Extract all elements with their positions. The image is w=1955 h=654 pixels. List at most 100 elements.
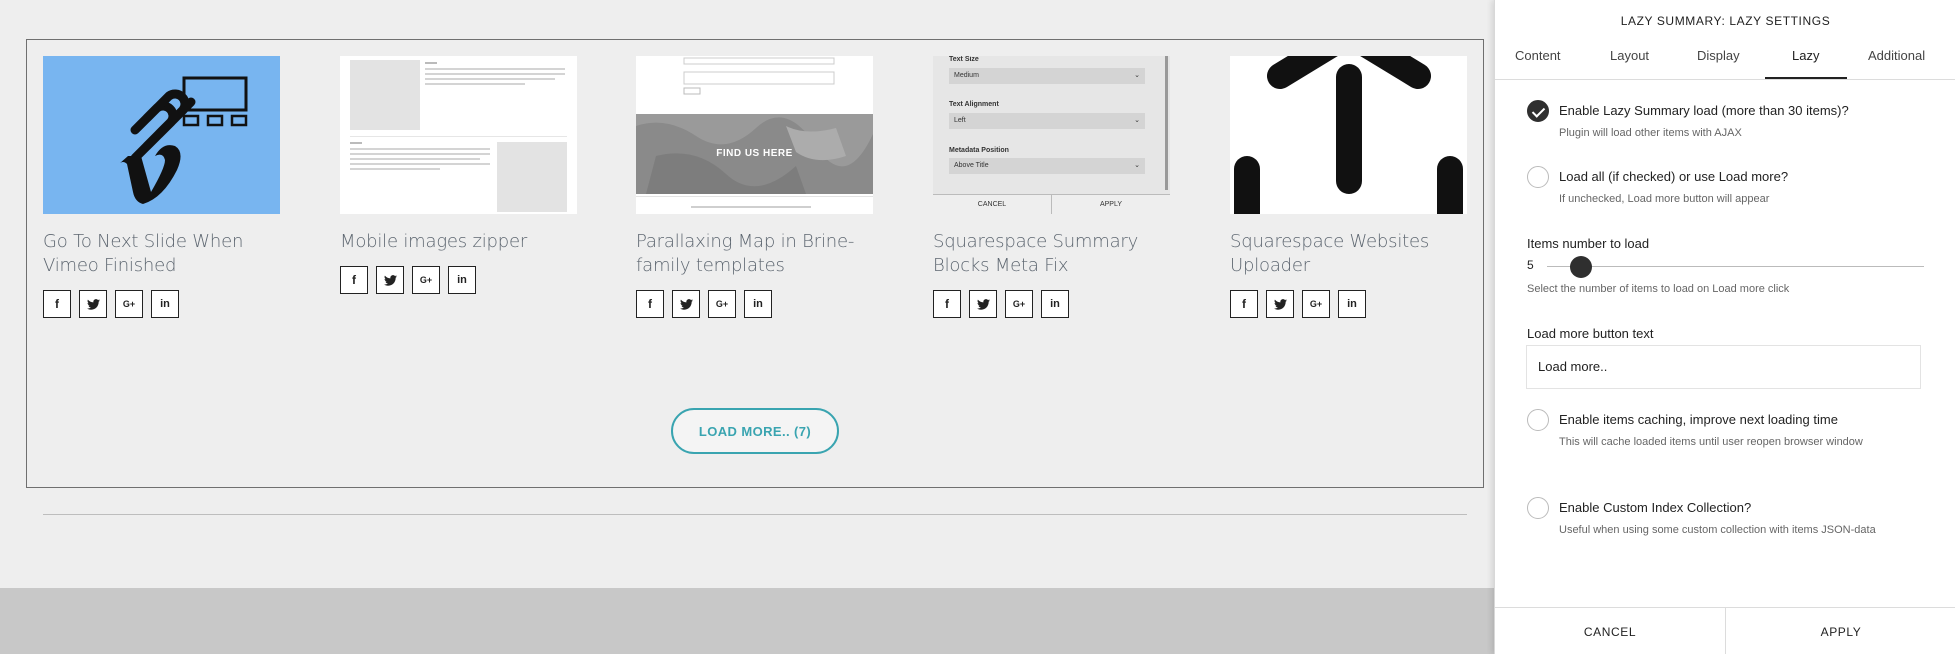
- items-caching-checkbox[interactable]: [1527, 409, 1549, 431]
- twitter-icon: [383, 274, 397, 286]
- twitter-icon: [679, 298, 693, 310]
- map-preview-image: [636, 57, 873, 208]
- google-plus-share-button[interactable]: G+: [412, 266, 440, 294]
- tab-additional[interactable]: Additional: [1868, 48, 1925, 63]
- tab-display[interactable]: Display: [1697, 48, 1740, 63]
- share-buttons: f G+ in: [933, 290, 1170, 318]
- panel-footer: CANCEL APPLY: [1495, 607, 1955, 654]
- option-enable-lazy-load[interactable]: Enable Lazy Summary load (more than 30 i…: [1527, 100, 1927, 144]
- twitter-icon: [86, 298, 100, 310]
- cancel-button[interactable]: CANCEL: [1495, 608, 1725, 654]
- option-label: Enable items caching, improve next loadi…: [1559, 412, 1838, 427]
- linkedin-share-button[interactable]: in: [1338, 290, 1366, 318]
- tab-lazy[interactable]: Lazy: [1792, 48, 1819, 63]
- content-divider: [43, 514, 1467, 515]
- enable-lazy-load-checkbox[interactable]: [1527, 100, 1549, 122]
- upload-arrow-image: [1234, 56, 1463, 214]
- form-select-value: Medium: [954, 72, 979, 79]
- items-number-label: Items number to load: [1527, 236, 1650, 251]
- item-thumbnail[interactable]: Text Size Medium ⌄ Text Alignment Left ⌄ M…: [933, 56, 1170, 214]
- panel-title: LAZY SUMMARY: LAZY SETTINGS: [1620, 14, 1831, 28]
- items-number-description: Select the number of items to load on Lo…: [1527, 283, 1790, 295]
- option-label: Enable Lazy Summary load (more than 30 i…: [1559, 103, 1849, 118]
- form-scrollbar: [1165, 56, 1168, 190]
- item-thumbnail[interactable]: [43, 56, 280, 214]
- item-thumbnail[interactable]: [340, 56, 577, 214]
- share-buttons: f G+ in: [636, 290, 873, 318]
- items-number-value: 5: [1527, 258, 1534, 272]
- facebook-share-button[interactable]: f: [636, 290, 664, 318]
- form-cancel-button: CANCEL: [933, 195, 1052, 214]
- item-title[interactable]: Squarespace Websites Uploader: [1230, 230, 1467, 278]
- twitter-share-button[interactable]: [79, 290, 107, 318]
- item-title[interactable]: Squarespace Summary Blocks Meta Fix: [933, 230, 1170, 278]
- chevron-down-icon: ⌄: [1134, 72, 1140, 79]
- active-tab-indicator: [1765, 77, 1847, 79]
- option-custom-index[interactable]: Enable Custom Index Collection? Useful w…: [1527, 497, 1927, 541]
- share-buttons: f G+ in: [43, 290, 280, 318]
- form-label: Text Size: [949, 56, 979, 63]
- option-description: Useful when using some custom collection…: [1559, 524, 1876, 536]
- google-plus-share-button[interactable]: G+: [115, 290, 143, 318]
- item-title[interactable]: Mobile images zipper: [340, 230, 577, 254]
- linkedin-share-button[interactable]: in: [448, 266, 476, 294]
- form-select: Left ⌄: [949, 113, 1145, 129]
- google-plus-share-button[interactable]: G+: [708, 290, 736, 318]
- facebook-share-button[interactable]: f: [340, 266, 368, 294]
- google-plus-share-button[interactable]: G+: [1005, 290, 1033, 318]
- google-plus-share-button[interactable]: G+: [1302, 290, 1330, 318]
- tab-layout[interactable]: Layout: [1610, 48, 1649, 63]
- item-thumbnail[interactable]: [1230, 56, 1467, 214]
- form-apply-button: APPLY: [1099, 201, 1123, 208]
- facebook-share-button[interactable]: f: [43, 290, 71, 318]
- item-title[interactable]: Parallaxing Map in Brine-family template…: [636, 230, 873, 278]
- option-description: This will cache loaded items until user …: [1559, 436, 1863, 448]
- option-load-all[interactable]: Load all (if checked) or use Load more? …: [1527, 166, 1927, 210]
- linkedin-share-button[interactable]: in: [744, 290, 772, 318]
- items-number-slider-handle[interactable]: [1570, 256, 1592, 278]
- form-footer: CANCEL APPLY: [933, 194, 1170, 214]
- squarespace-vimeo-logos-image: [119, 76, 248, 204]
- twitter-share-button[interactable]: [969, 290, 997, 318]
- apply-button[interactable]: APPLY: [1726, 608, 1955, 654]
- form-label: Metadata Position: [949, 147, 1009, 154]
- option-description: Plugin will load other items with AJAX: [1559, 127, 1742, 139]
- summary-item[interactable]: Go To Next Slide When Vimeo Finished f G…: [43, 56, 280, 318]
- form-select: Above Title ⌄: [949, 158, 1145, 174]
- twitter-share-button[interactable]: [672, 290, 700, 318]
- facebook-share-button[interactable]: f: [1230, 290, 1258, 318]
- option-label: Enable Custom Index Collection?: [1559, 500, 1752, 515]
- load-more-text-label: Load more button text: [1527, 326, 1654, 341]
- lazy-settings-panel: LAZY SUMMARY: LAZY SETTINGS Content Layo…: [1494, 0, 1955, 654]
- summary-item[interactable]: FIND US HERE Parallaxing Map in Brine-fa…: [636, 56, 873, 318]
- form-select: Medium ⌄: [949, 68, 1145, 84]
- option-label: Load all (if checked) or use Load more?: [1559, 169, 1789, 184]
- share-buttons: f G+ in: [1230, 290, 1467, 318]
- twitter-share-button[interactable]: [1266, 290, 1294, 318]
- tab-content[interactable]: Content: [1515, 48, 1561, 63]
- form-select-value: Above Title: [954, 162, 989, 169]
- items-number-slider-track[interactable]: [1547, 266, 1924, 267]
- summary-item[interactable]: Text Size Medium ⌄ Text Alignment Left ⌄ M…: [933, 56, 1170, 318]
- summary-item[interactable]: Squarespace Websites Uploader f G+ in: [1230, 56, 1467, 318]
- option-description: If unchecked, Load more button will appe…: [1559, 193, 1770, 205]
- option-items-caching[interactable]: Enable items caching, improve next loadi…: [1527, 409, 1927, 453]
- share-buttons: f G+ in: [340, 266, 577, 294]
- summary-item[interactable]: Mobile images zipper f G+ in: [340, 56, 577, 294]
- twitter-icon: [1273, 298, 1287, 310]
- load-more-button[interactable]: LOAD MORE.. (7): [671, 408, 839, 454]
- document-preview-image: [350, 60, 567, 212]
- custom-index-checkbox[interactable]: [1527, 497, 1549, 519]
- twitter-share-button[interactable]: [376, 266, 404, 294]
- chevron-down-icon: ⌄: [1134, 117, 1140, 124]
- linkedin-share-button[interactable]: in: [151, 290, 179, 318]
- item-thumbnail[interactable]: FIND US HERE: [636, 56, 873, 214]
- twitter-icon: [976, 298, 990, 310]
- linkedin-share-button[interactable]: in: [1041, 290, 1069, 318]
- load-more-text-input[interactable]: Load more..: [1526, 345, 1921, 389]
- facebook-share-button[interactable]: f: [933, 290, 961, 318]
- load-all-checkbox[interactable]: [1527, 166, 1549, 188]
- item-title[interactable]: Go To Next Slide When Vimeo Finished: [43, 230, 280, 278]
- form-label: Text Alignment: [949, 101, 999, 108]
- map-overlay-text: FIND US HERE: [716, 148, 793, 159]
